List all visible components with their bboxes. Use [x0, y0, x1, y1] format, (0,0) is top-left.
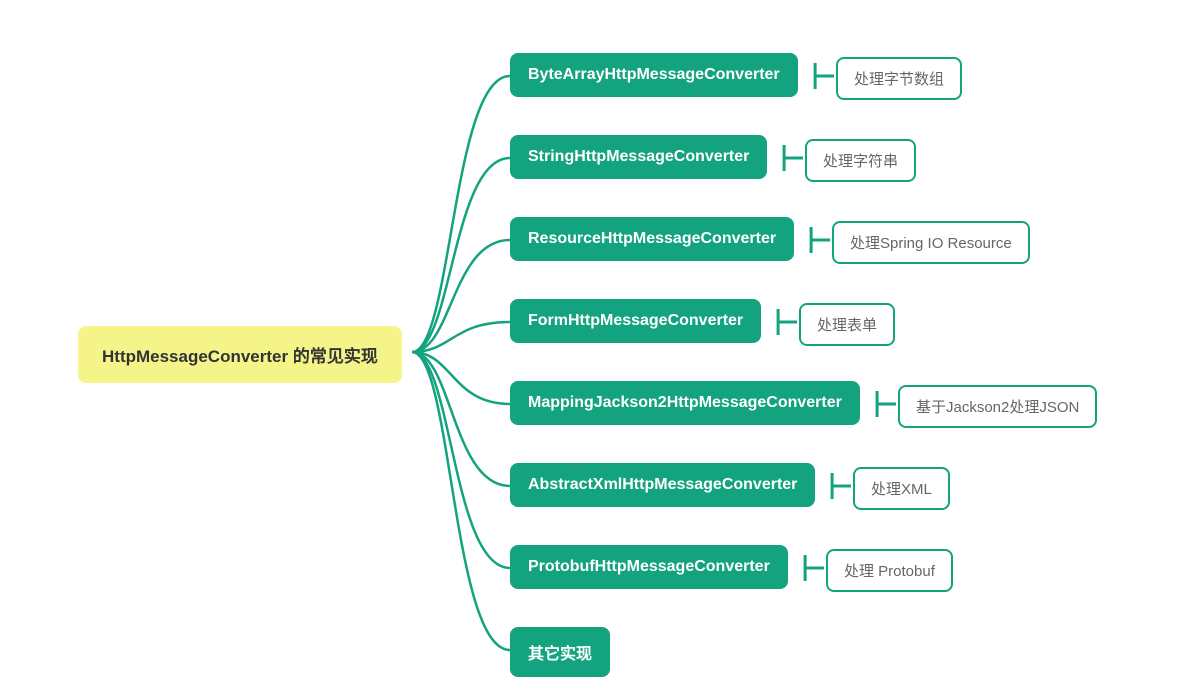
- leaf-node-5: 处理XML: [853, 467, 950, 510]
- branch-node-7: 其它实现: [510, 627, 610, 677]
- branch-node-6: ProtobufHttpMessageConverter: [510, 545, 788, 589]
- leaf-node-1: 处理字符串: [805, 139, 916, 182]
- leaf-node-2: 处理Spring IO Resource: [832, 221, 1030, 264]
- branch-node-1: StringHttpMessageConverter: [510, 135, 767, 179]
- root-node: HttpMessageConverter 的常见实现: [78, 326, 402, 383]
- branch-node-3: FormHttpMessageConverter: [510, 299, 761, 343]
- leaf-node-6: 处理 Protobuf: [826, 549, 953, 592]
- branch-node-0: ByteArrayHttpMessageConverter: [510, 53, 798, 97]
- branch-node-5: AbstractXmlHttpMessageConverter: [510, 463, 815, 507]
- branch-node-2: ResourceHttpMessageConverter: [510, 217, 794, 261]
- branch-node-4: MappingJackson2HttpMessageConverter: [510, 381, 860, 425]
- leaf-node-0: 处理字节数组: [836, 57, 962, 100]
- leaf-node-3: 处理表单: [799, 303, 895, 346]
- leaf-node-4: 基于Jackson2处理JSON: [898, 385, 1097, 428]
